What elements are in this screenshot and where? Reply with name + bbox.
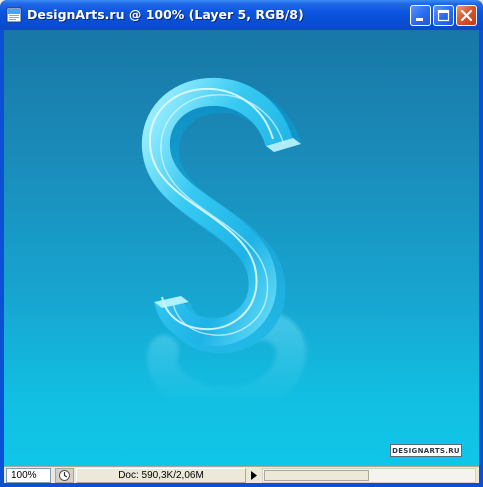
horizontal-scrollbar[interactable] <box>262 468 476 483</box>
close-button[interactable] <box>456 5 477 26</box>
zoom-input[interactable]: 100% <box>6 468 51 483</box>
watermark-logo: DESIGNARTS.RU <box>390 444 462 457</box>
close-icon <box>460 9 473 22</box>
window-frame-bottom <box>0 483 483 487</box>
status-menu-icon <box>59 470 70 481</box>
maximize-button[interactable] <box>433 5 454 26</box>
status-arrow-button[interactable] <box>248 468 260 483</box>
play-arrow-icon <box>251 471 257 480</box>
minimize-icon <box>416 18 423 21</box>
minimize-button[interactable] <box>410 5 431 26</box>
title-bar[interactable]: DesignArts.ru @ 100% (Layer 5, RGB/8) <box>0 0 483 30</box>
document-info: Doc: 590,3K/2,06M <box>76 468 246 483</box>
document-window: DesignArts.ru @ 100% (Layer 5, RGB/8) DE… <box>0 0 483 487</box>
status-menu-button[interactable] <box>55 468 74 483</box>
window-frame-right <box>479 30 483 487</box>
maximize-icon <box>437 9 450 22</box>
photoshop-document-icon[interactable] <box>6 7 22 23</box>
scrollbar-thumb[interactable] <box>264 470 369 481</box>
document-canvas[interactable]: DESIGNARTS.RU <box>4 30 479 466</box>
status-bar: 100% Doc: 590,3K/2,06M <box>4 466 479 483</box>
window-title: DesignArts.ru @ 100% (Layer 5, RGB/8) <box>27 7 304 22</box>
glass-letter-s <box>141 77 306 418</box>
